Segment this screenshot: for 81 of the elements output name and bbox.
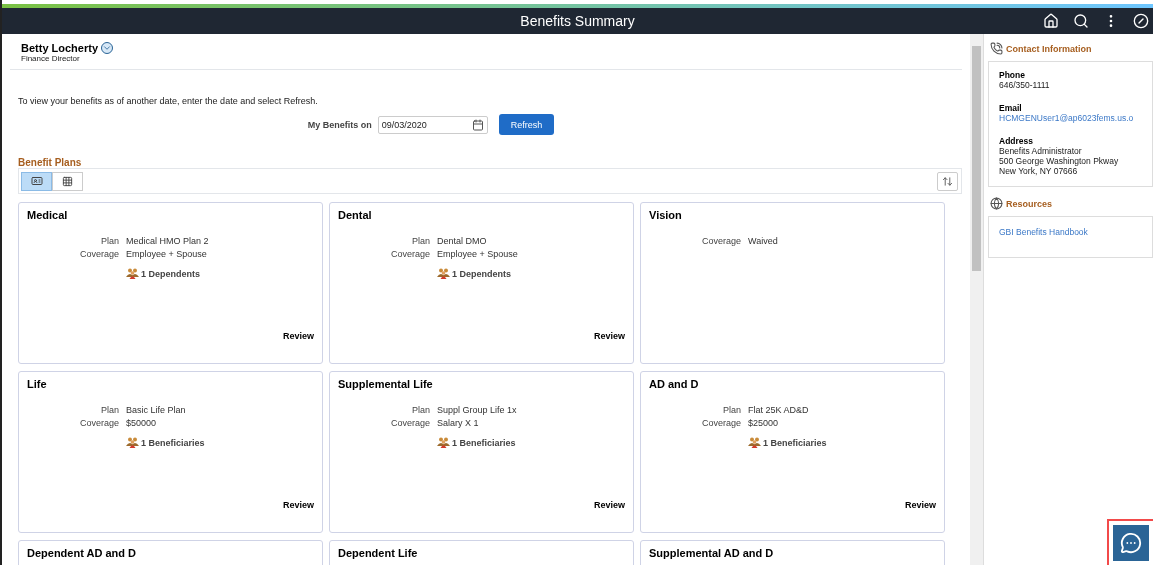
- email-link[interactable]: HCMGENUser1@ap6023fems.us.o: [999, 113, 1134, 123]
- people-icon: [437, 437, 450, 448]
- field-value: Suppl Group Life 1x: [437, 405, 518, 415]
- field-label: Coverage: [700, 236, 741, 246]
- grid-view-icon: [62, 175, 73, 187]
- card-title: AD and D: [649, 378, 700, 390]
- people-icon: [126, 437, 139, 448]
- card-title: Life: [27, 378, 48, 390]
- people-count: 1 Beneficiaries: [763, 437, 827, 448]
- review-link[interactable]: Review: [904, 500, 936, 510]
- review-link[interactable]: Review: [282, 500, 314, 510]
- user-role: Finance Director: [21, 54, 81, 63]
- user-name: Betty Locherty: [21, 42, 962, 54]
- field-value: Salary X 1: [437, 418, 480, 428]
- field-label: Coverage: [78, 249, 119, 259]
- field-value: Basic Life Plan: [126, 405, 187, 415]
- people-count: 1 Dependents: [141, 268, 200, 279]
- chat-button[interactable]: [1113, 525, 1149, 561]
- resources-title: Resources: [1006, 198, 1053, 209]
- people-icon: [437, 268, 450, 279]
- people-icon: [748, 437, 761, 448]
- instruction-text: To view your benefits as of another date, enter the date and select Refresh.: [18, 96, 319, 106]
- date-label: My Benefits on: [307, 119, 372, 130]
- phone-icon: [990, 42, 1003, 55]
- field-value: Medical HMO Plan 2: [126, 236, 210, 246]
- field-label: Plan: [100, 405, 119, 415]
- card-title: Dependent AD and D: [27, 547, 137, 559]
- review-link[interactable]: Review: [282, 331, 314, 341]
- contact-label: Phone: [999, 70, 1026, 80]
- field-label: Coverage: [389, 249, 430, 259]
- resource-link[interactable]: GBI Benefits Handbook: [999, 227, 1088, 237]
- card-title: Dental: [338, 209, 373, 221]
- sort-icon: [942, 175, 953, 187]
- contact-text: New York, NY 07666: [999, 166, 1079, 176]
- card-title: Supplemental Life: [338, 378, 434, 390]
- search-icon[interactable]: [1073, 13, 1089, 29]
- review-link[interactable]: Review: [593, 500, 625, 510]
- section-title: Benefit Plans: [18, 157, 83, 168]
- refresh-button[interactable]: Refresh: [498, 114, 555, 135]
- field-label: Coverage: [700, 418, 741, 428]
- calendar-icon[interactable]: [471, 118, 484, 131]
- contact-label: Address: [999, 136, 1034, 146]
- people-icon: [126, 268, 139, 279]
- view-toggle-button[interactable]: [21, 171, 52, 191]
- contact-title: Contact Information: [1006, 43, 1092, 54]
- field-value: Dental DMO: [437, 236, 488, 246]
- field-label: Plan: [722, 405, 741, 415]
- field-label: Plan: [411, 405, 430, 415]
- globe-icon: [990, 197, 1003, 210]
- field-value: Flat 25K AD&D: [748, 405, 810, 415]
- field-value: $50000: [126, 418, 158, 428]
- slash-circle-icon[interactable]: [1133, 13, 1149, 29]
- review-link[interactable]: Review: [593, 331, 625, 341]
- card-title: Dependent Life: [338, 547, 419, 559]
- view-toggle-button[interactable]: [52, 171, 83, 191]
- card-title: Medical: [27, 209, 69, 221]
- date-field[interactable]: 09/03/2020: [377, 115, 488, 134]
- field-label: Coverage: [389, 418, 430, 428]
- people-count: 1 Beneficiaries: [141, 437, 205, 448]
- sort-button[interactable]: [937, 171, 958, 191]
- field-label: Plan: [411, 236, 430, 246]
- field-value: Employee + Spouse: [126, 249, 208, 259]
- card-view-icon: [30, 175, 43, 187]
- field-value: $25000: [748, 418, 780, 428]
- scrollbar[interactable]: [970, 34, 984, 565]
- field-label: Plan: [100, 236, 119, 246]
- contact-text: 646/350-1111: [999, 80, 1051, 90]
- field-value: Waived: [748, 236, 779, 246]
- field-value: Employee + Spouse: [437, 249, 519, 259]
- contact-label: Email: [999, 103, 1023, 113]
- chat-icon: [1120, 532, 1142, 554]
- home-icon[interactable]: [1043, 13, 1059, 29]
- dropdown-icon[interactable]: [101, 42, 114, 54]
- contact-text: Benefits Administrator: [999, 146, 1083, 156]
- field-label: Coverage: [78, 418, 119, 428]
- people-count: 1 Beneficiaries: [452, 437, 516, 448]
- people-count: 1 Dependents: [452, 268, 511, 279]
- contact-text: 500 George Washington Pkway: [999, 156, 1120, 166]
- card-title: Vision: [649, 209, 683, 221]
- page-title: Benefits Summary: [520, 13, 635, 29]
- card-title: Supplemental AD and D: [649, 547, 775, 559]
